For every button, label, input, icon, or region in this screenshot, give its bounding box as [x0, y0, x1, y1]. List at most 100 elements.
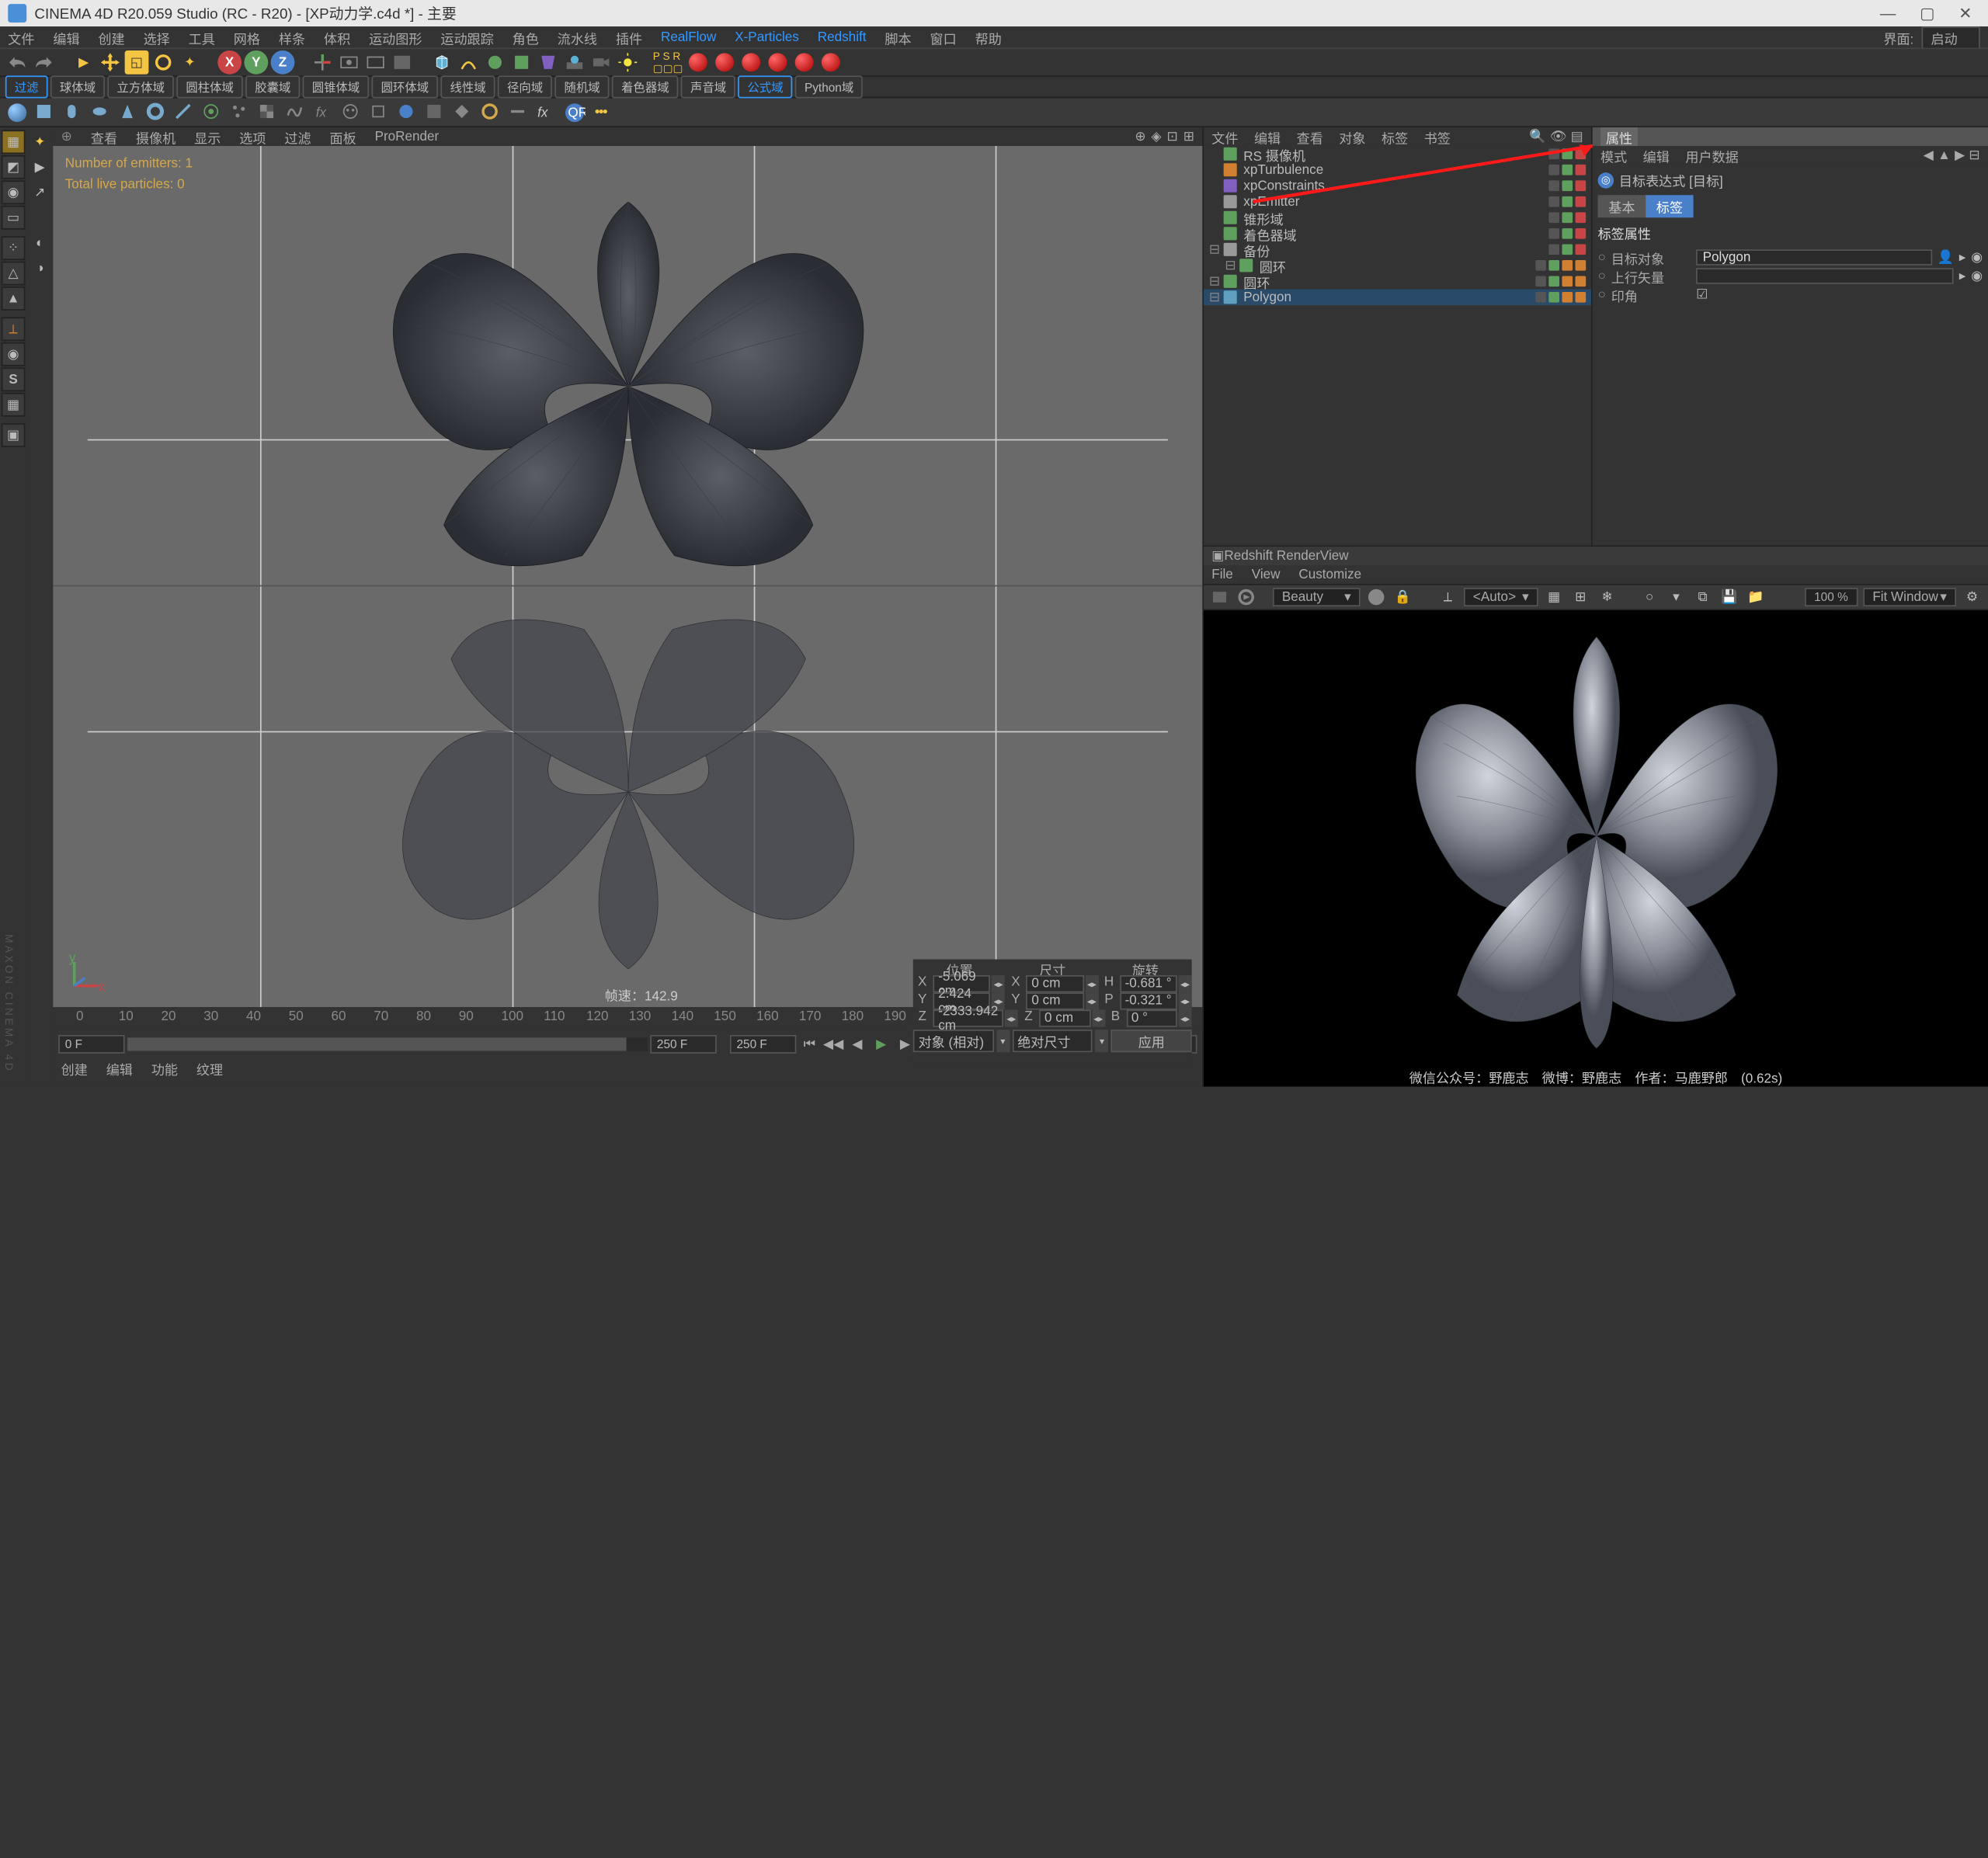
maximize-button[interactable]: ▢	[1920, 4, 1934, 23]
attr-menu-mode[interactable]: 模式	[1600, 145, 1627, 165]
rs-fit-dropdown[interactable]: Fit Window ▾	[1863, 588, 1956, 606]
lt2-o2[interactable]: ◑	[28, 256, 52, 280]
coord-size-Z[interactable]: 0 cm	[1039, 1010, 1090, 1027]
obj-menu-edit[interactable]: 编辑	[1254, 127, 1281, 147]
rs-bucket-dropdown[interactable]: <Auto> ▾	[1464, 588, 1538, 606]
close-button[interactable]: ✕	[1958, 4, 1972, 23]
field-icon-14[interactable]	[367, 100, 391, 124]
filter-sound[interactable]: 声音域	[681, 75, 735, 98]
menu-plugins[interactable]: 插件	[616, 27, 642, 47]
coord-size-X[interactable]: 0 cm	[1027, 975, 1084, 992]
render-view-button[interactable]	[337, 50, 361, 75]
tree-row-9[interactable]: ⊟Polygon	[1204, 290, 1591, 306]
attr-tab-basic[interactable]: 基本	[1598, 195, 1646, 217]
attr-menu-edit[interactable]: 编辑	[1643, 145, 1670, 165]
camera-button[interactable]	[589, 50, 613, 75]
attr-nav-menu[interactable]: ⊟	[1969, 148, 1979, 163]
coord-mode-1[interactable]: 对象 (相对)	[913, 1030, 994, 1052]
time-play[interactable]: ▶	[871, 1033, 891, 1054]
vp-menu-camera[interactable]: 摄像机	[136, 127, 176, 147]
field-icon-15[interactable]	[395, 100, 419, 124]
lt-polys[interactable]: ▲	[2, 287, 26, 311]
light-button[interactable]	[616, 50, 640, 75]
coord-size-Y[interactable]: 0 cm	[1027, 992, 1084, 1009]
field-icon-fx[interactable]: fx	[535, 100, 559, 124]
filter-all[interactable]: 过滤	[5, 75, 48, 98]
rs-copy-icon[interactable]: ⧉	[1692, 586, 1713, 607]
lt-model[interactable]: ◩	[2, 155, 26, 179]
rs-snow-icon[interactable]: ❄	[1597, 586, 1618, 607]
menu-mesh[interactable]: 网格	[234, 27, 260, 47]
filter-shader[interactable]: 着色器域	[612, 75, 678, 98]
obj-search-icon[interactable]: 🔍	[1529, 130, 1545, 144]
red-sphere-2[interactable]	[712, 50, 736, 75]
menu-tools[interactable]: 工具	[189, 27, 215, 47]
menu-create[interactable]: 创建	[98, 27, 124, 47]
time-goto-start[interactable]: ⏮	[799, 1033, 820, 1054]
tab-texture[interactable]: 纹理	[196, 1058, 223, 1078]
filter-python[interactable]: Python域	[795, 75, 863, 98]
object-tree[interactable]: RS 摄像机xpTurbulencexpConstraintsxpEmitter…	[1204, 146, 1591, 545]
rs-settings-icon[interactable]: ⚙	[1962, 586, 1983, 607]
obj-menu-bookmarks[interactable]: 书签	[1424, 127, 1451, 147]
layout-dropdown[interactable]: 启动	[1922, 26, 1980, 48]
menu-redshift[interactable]: Redshift	[818, 30, 867, 44]
attr-menu-userdata[interactable]: 用户数据	[1685, 145, 1738, 165]
filter-torus[interactable]: 圆环体域	[372, 75, 438, 98]
menu-help[interactable]: 帮助	[975, 27, 1002, 47]
menu-realflow[interactable]: RealFlow	[661, 30, 716, 44]
field-icon-10[interactable]	[256, 100, 280, 124]
coord-rot-Y[interactable]: -0.321 °	[1120, 992, 1177, 1009]
vp-nav-3[interactable]: ⊡	[1167, 130, 1178, 144]
filter-cylinder[interactable]: 圆柱体域	[176, 75, 242, 98]
field-icon-19[interactable]	[507, 100, 531, 124]
time-prev-key[interactable]: ◀◀	[823, 1033, 844, 1054]
last-tool[interactable]: ✦	[178, 50, 202, 75]
attr-target-pick-icon[interactable]: 👤	[1938, 250, 1954, 265]
field-icon-18[interactable]	[479, 100, 503, 124]
spline-pen-button[interactable]	[457, 50, 481, 75]
lt-workplane[interactable]: ▭	[2, 206, 26, 230]
coord-pos-Z[interactable]: -2333.942 cm	[933, 1010, 1003, 1027]
vp-nav-4[interactable]: ⊞	[1183, 130, 1194, 144]
rotate-tool[interactable]	[151, 50, 176, 75]
rs-render-view[interactable]: 微信公众号：野鹿志 微博：野鹿志 作者：马鹿野郎 (0.62s)	[1204, 610, 1988, 1087]
red-sphere-5[interactable]	[792, 50, 816, 75]
menu-script[interactable]: 脚本	[885, 27, 911, 47]
vp-menu-display[interactable]: 显示	[194, 127, 221, 147]
lt-points[interactable]: ⁘	[2, 236, 26, 260]
field-icon-4[interactable]	[89, 100, 113, 124]
filter-formula[interactable]: 公式域	[738, 75, 792, 98]
perspective-viewport[interactable]: Number of emitters: 1 Total live particl…	[53, 146, 1202, 1007]
lt-edges[interactable]: △	[2, 262, 26, 286]
minimize-button[interactable]: —	[1880, 4, 1896, 23]
field-icon-7[interactable]	[172, 100, 196, 124]
obj-filter-icon[interactable]: ▤	[1571, 130, 1583, 144]
obj-menu-tags[interactable]: 标签	[1382, 127, 1408, 147]
generator-button[interactable]	[509, 50, 533, 75]
axis-x-toggle[interactable]: X	[217, 50, 242, 75]
coord-rot-X[interactable]: -0.681 °	[1120, 975, 1177, 992]
lt-axis[interactable]: ⟂	[2, 317, 26, 341]
render-settings-button[interactable]	[390, 50, 414, 75]
lt2-move[interactable]: ✦	[28, 130, 52, 154]
obj-view-icon[interactable]: 👁	[1550, 130, 1567, 144]
tree-row-8[interactable]: ⊟圆环	[1204, 273, 1591, 290]
attr-tab-tag[interactable]: 标签	[1646, 195, 1694, 217]
rs-menu-customize[interactable]: Customize	[1298, 568, 1361, 582]
lt-lock[interactable]: ▣	[2, 423, 26, 447]
menu-xparticles[interactable]: X-Particles	[735, 30, 799, 44]
attr-upvector-value[interactable]	[1696, 268, 1954, 284]
move-tool[interactable]	[98, 50, 122, 75]
time-total-field[interactable]: 250 F	[650, 1035, 716, 1054]
coord-apply-button[interactable]: 应用	[1111, 1030, 1192, 1052]
deformer-button[interactable]	[536, 50, 560, 75]
menu-spline[interactable]: 样条	[279, 27, 305, 47]
filter-linear[interactable]: 线性域	[441, 75, 495, 98]
obj-menu-file[interactable]: 文件	[1211, 127, 1238, 147]
field-icon-2[interactable]	[33, 100, 57, 124]
lt-snap[interactable]: S	[2, 367, 26, 391]
tree-row-0[interactable]: RS 摄像机	[1204, 146, 1591, 162]
filter-random[interactable]: 随机域	[555, 75, 610, 98]
field-icon-1[interactable]	[5, 100, 30, 124]
